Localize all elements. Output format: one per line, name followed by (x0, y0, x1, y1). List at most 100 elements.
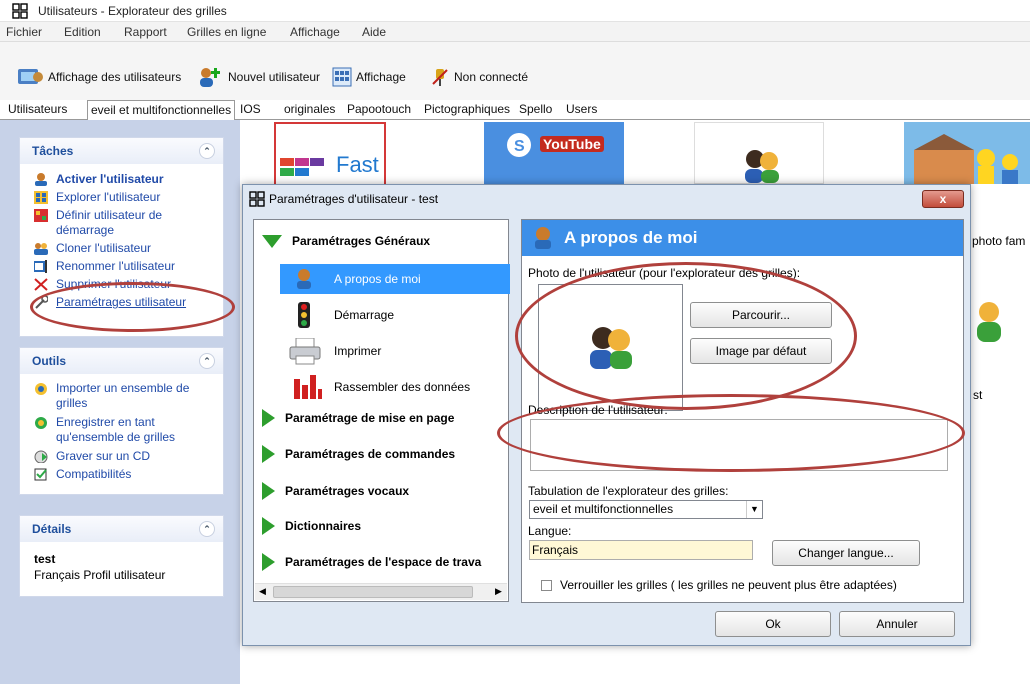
printer-icon (289, 338, 321, 365)
tab-eveil[interactable]: eveil et multifonctionnelles (87, 100, 236, 120)
nav-startup-label: Démarrage (334, 308, 395, 322)
task-activate-user-label: Activer l'utilisateur (56, 172, 164, 186)
tile-users[interactable] (694, 122, 824, 184)
connection-status-button[interactable]: Non connecté (430, 66, 528, 88)
tab-ios[interactable]: IOS (240, 102, 261, 116)
new-user-button[interactable]: Nouvel utilisateur (196, 66, 320, 88)
users-view-button[interactable]: Affichage des utilisateurs (16, 66, 181, 88)
nav-dictionaries[interactable]: Dictionnaires (262, 517, 361, 535)
tab-dropdown[interactable]: eveil et multifonctionnelles ▼ (529, 500, 763, 519)
left-task-pane: Tâches ⌃ Activer l'utilisateur Explorer … (0, 120, 240, 684)
collapse-chevron-icon[interactable]: ⌃ (199, 353, 215, 369)
skype-icon: S (507, 133, 531, 157)
new-user-label: Nouvel utilisateur (228, 70, 321, 84)
menu-affichage[interactable]: Affichage (290, 25, 340, 39)
tab-papootouch[interactable]: Papootouch (347, 102, 411, 116)
collapse-chevron-icon[interactable]: ⌃ (199, 521, 215, 537)
tab-users[interactable]: Users (566, 102, 597, 116)
task-startup-user[interactable]: Définir utilisateur de démarrage (34, 208, 216, 238)
tab-spello[interactable]: Spello (519, 102, 552, 116)
toolbar: Affichage des utilisateurs Nouvel utilis… (0, 42, 1030, 100)
collapsed-triangle-icon (262, 517, 275, 535)
tab-pictographiques[interactable]: Pictographiques (424, 102, 510, 116)
nav-general-settings[interactable]: Paramétrages Généraux (262, 234, 430, 248)
tile-youtube[interactable]: S YouTube (484, 122, 624, 184)
startup-grid-icon (34, 209, 48, 222)
menu-fichier[interactable]: Fichier (6, 25, 42, 39)
view-label: Affichage (356, 70, 406, 84)
tab-label: Tabulation de l'explorateur des grilles: (528, 484, 729, 498)
connection-label: Non connecté (454, 70, 529, 84)
simpsons-house-icon (914, 134, 1018, 184)
task-rename-user[interactable]: Renommer l'utilisateur (34, 259, 216, 274)
grid-app-icon (12, 3, 28, 19)
add-user-icon (200, 68, 220, 87)
expanded-triangle-icon (262, 234, 282, 248)
view-button[interactable]: Affichage (332, 66, 406, 88)
menu-grilles-en-ligne[interactable]: Grilles en ligne (187, 25, 266, 39)
details-user-name: test (34, 552, 56, 566)
nav-workspace-label: Paramétrages de l'espace de trava (285, 555, 482, 569)
nav-workspace-settings[interactable]: Paramétrages de l'espace de trava (262, 553, 502, 571)
tool-import-grids-label: Importer un ensemble de grilles (56, 381, 190, 410)
settings-nav-pane: Paramétrages Généraux A propos de moi Dé… (253, 219, 510, 602)
language-label: Langue: (528, 524, 572, 538)
content-header: A propos de moi (522, 220, 963, 256)
scroll-right-icon[interactable]: ▶ (495, 586, 502, 597)
nav-startup[interactable]: Démarrage (280, 300, 510, 330)
menu-edition[interactable]: Edition (64, 25, 101, 39)
change-language-button[interactable]: Changer langue... (772, 540, 920, 566)
horizontal-scrollbar[interactable]: ◀ ▶ (255, 583, 507, 600)
task-clone-user[interactable]: Cloner l'utilisateur (34, 241, 216, 256)
nav-print[interactable]: Imprimer (280, 336, 510, 366)
import-icon (35, 383, 47, 395)
details-user-info: Français Profil utilisateur (34, 568, 166, 582)
nav-print-label: Imprimer (334, 344, 382, 358)
tasks-header[interactable]: Tâches ⌃ (20, 138, 223, 164)
lock-grids-checkbox[interactable] (541, 580, 552, 591)
task-startup-user-label: Définir utilisateur de démarrage (56, 208, 163, 237)
collapsed-triangle-icon (262, 409, 275, 427)
tile-photo-family[interactable] (904, 122, 1030, 184)
close-button[interactable]: x (922, 190, 964, 208)
scroll-thumb[interactable] (273, 586, 473, 598)
tool-compatibility[interactable]: Compatibilités (34, 467, 216, 482)
nav-collect-data[interactable]: Rassembler des données (280, 372, 510, 402)
user-avatar-icon (977, 302, 1001, 342)
cancel-button[interactable]: Annuler (839, 611, 955, 637)
menu-aide[interactable]: Aide (362, 25, 386, 39)
collapsed-triangle-icon (262, 445, 275, 463)
language-field: Français (529, 540, 753, 560)
details-header[interactable]: Détails ⌃ (20, 516, 223, 542)
task-explore-user[interactable]: Explorer l'utilisateur (34, 190, 216, 205)
traffic-light-icon (298, 302, 310, 328)
nav-layout-settings[interactable]: Paramétrage de mise en page (262, 409, 454, 427)
tab-utilisateurs[interactable]: Utilisateurs (8, 102, 67, 116)
grid-icon (34, 191, 48, 204)
collapse-chevron-icon[interactable]: ⌃ (199, 143, 215, 159)
nav-about-me[interactable]: A propos de moi (280, 264, 510, 294)
nav-command-settings[interactable]: Paramétrages de commandes (262, 445, 455, 463)
task-activate-user[interactable]: Activer l'utilisateur (34, 172, 216, 187)
nav-layout-label: Paramétrage de mise en page (285, 411, 455, 425)
details-panel: Détails ⌃ test Français Profil utilisate… (19, 515, 224, 597)
tool-import-grids[interactable]: Importer un ensemble de grilles (34, 381, 216, 411)
tool-burn-cd[interactable]: Graver sur un CD (34, 449, 216, 464)
cd-icon (34, 450, 48, 463)
ok-button[interactable]: Ok (715, 611, 831, 637)
scroll-left-icon[interactable]: ◀ (259, 586, 266, 597)
grid-app-icon (249, 191, 265, 207)
youtube-label: YouTube (540, 136, 604, 152)
tools-header[interactable]: Outils ⌃ (20, 348, 223, 374)
tab-originales[interactable]: originales (284, 102, 335, 116)
nav-voice-label: Paramétrages vocaux (285, 484, 410, 498)
menu-rapport[interactable]: Rapport (124, 25, 167, 39)
nav-voice-settings[interactable]: Paramétrages vocaux (262, 482, 409, 500)
collapsed-triangle-icon (262, 553, 275, 571)
chevron-down-icon[interactable]: ▼ (746, 501, 762, 518)
tool-save-as-grids[interactable]: Enregistrer en tant qu'ensemble de grill… (34, 415, 216, 445)
tile-fast-talker[interactable]: Fast (274, 122, 386, 190)
user-icon (35, 173, 47, 186)
close-icon: x (939, 192, 947, 206)
nav-general-label: Paramétrages Généraux (292, 234, 431, 248)
